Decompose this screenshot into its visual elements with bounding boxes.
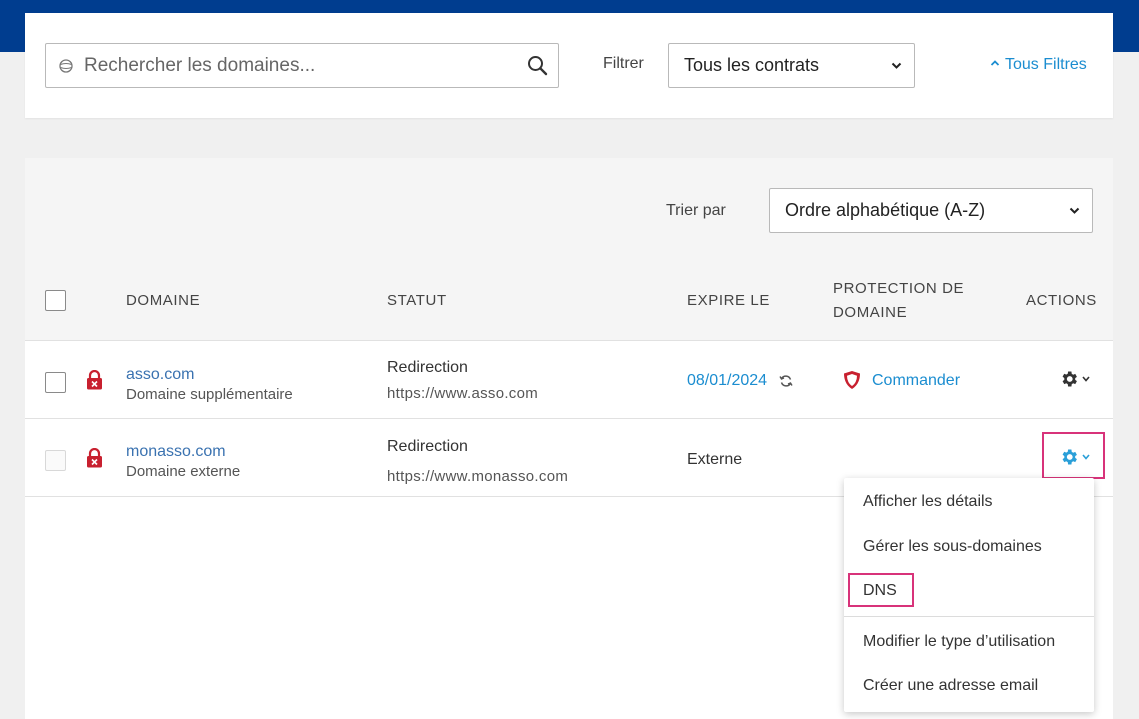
status-url: https://www.asso.com: [387, 385, 539, 402]
select-all-checkbox[interactable]: [45, 290, 66, 311]
domain-type: Domaine supplémentaire: [126, 386, 293, 403]
gear-icon: [1062, 371, 1077, 387]
gear-icon: [1062, 449, 1077, 465]
row-divider: [25, 418, 1113, 419]
all-filters-link[interactable]: Tous Filtres: [990, 56, 1087, 74]
menu-divider: [844, 616, 1094, 617]
header-protection-line2: DOMAINE: [833, 304, 908, 321]
shield-icon: [844, 371, 860, 389]
menu-item-manage-subdomains[interactable]: Gérer les sous-domaines: [863, 538, 1042, 556]
search-icon[interactable]: [527, 55, 548, 76]
row-checkbox: [45, 450, 66, 471]
chevron-down-icon: [891, 62, 902, 69]
status-label: Redirection: [387, 438, 468, 455]
row-actions-button[interactable]: [1055, 366, 1097, 392]
lock-icon: [87, 448, 102, 468]
chevron-down-icon: [1069, 207, 1080, 214]
status-label: Redirection: [387, 359, 468, 376]
menu-item-create-email[interactable]: Créer une adresse email: [863, 677, 1038, 695]
row-actions-button-active[interactable]: [1055, 444, 1097, 470]
contract-select-value: Tous les contrats: [684, 55, 820, 75]
domain-name-link[interactable]: asso.com: [126, 366, 194, 384]
sort-select-value: Ordre alphabétique (A-Z): [785, 200, 986, 220]
header-actions: ACTIONS: [1026, 292, 1097, 309]
search-card: Filtrer Tous les contrats Tous Filtres: [25, 13, 1113, 118]
all-filters-label: Tous Filtres: [1005, 56, 1087, 73]
sort-select[interactable]: Ordre alphabétique (A-Z): [769, 188, 1093, 233]
domain-search-box[interactable]: [45, 43, 559, 88]
chevron-down-icon: [1082, 454, 1090, 460]
header-status[interactable]: STATUT: [387, 292, 447, 309]
actions-dropdown-menu: Afficher les détails Gérer les sous-doma…: [844, 478, 1094, 712]
caret-up-icon: [990, 60, 1000, 66]
order-protection-link[interactable]: Commander: [872, 372, 960, 390]
expire-value: Externe: [687, 451, 743, 468]
row-divider: [25, 340, 1113, 341]
expire-date-link[interactable]: 08/01/2024: [687, 372, 767, 390]
sort-label: Trier par: [666, 202, 726, 219]
contract-select[interactable]: Tous les contrats: [668, 43, 915, 88]
lock-icon: [87, 370, 102, 390]
renew-icon[interactable]: [779, 374, 793, 388]
menu-item-show-details[interactable]: Afficher les détails: [863, 493, 993, 511]
domain-name-link[interactable]: monasso.com: [126, 443, 226, 461]
menu-item-dns[interactable]: DNS: [863, 582, 897, 600]
row-checkbox[interactable]: [45, 372, 66, 393]
domain-type: Domaine externe: [126, 463, 241, 480]
globe-icon: [59, 59, 73, 73]
filter-label: Filtrer: [603, 55, 644, 72]
header-domain[interactable]: DOMAINE: [126, 292, 200, 309]
chevron-down-icon: [1082, 376, 1090, 382]
menu-item-change-usage-type[interactable]: Modifier le type d’utilisation: [863, 633, 1055, 651]
domain-search-input[interactable]: [84, 44, 514, 87]
header-protection-line1: PROTECTION DE: [833, 280, 965, 297]
header-expires[interactable]: EXPIRE LE: [687, 292, 770, 309]
status-url: https://www.monasso.com: [387, 468, 569, 485]
